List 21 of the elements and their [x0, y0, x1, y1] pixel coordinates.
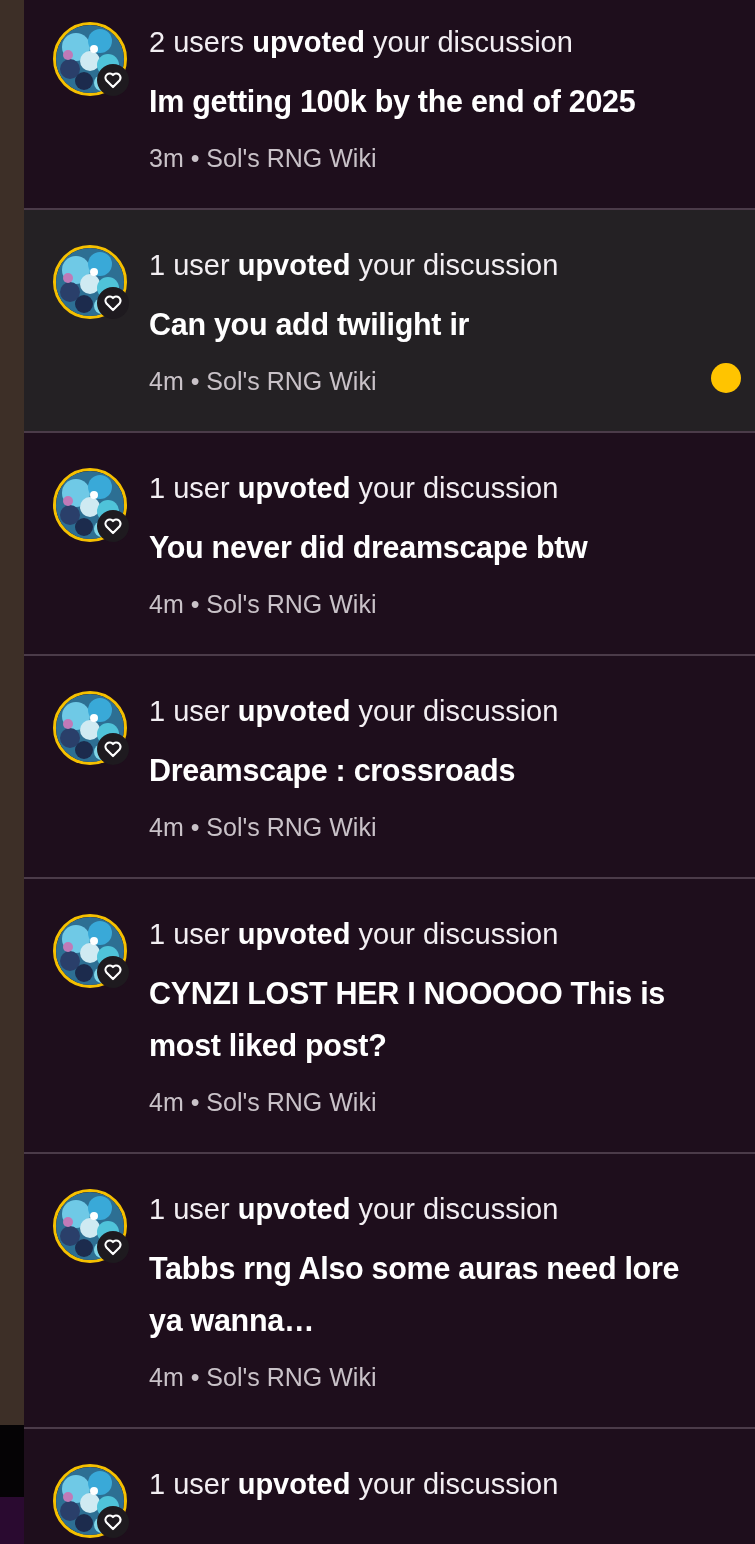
- notification-meta: 3m • Sol's RNG Wiki: [149, 143, 378, 174]
- unread-dot: [711, 363, 741, 393]
- notification-meta: 4m • Sol's RNG Wiki: [149, 366, 378, 397]
- discussion-title: Dreamscape : crossroads: [149, 752, 517, 790]
- notification-meta: 4m • Sol's RNG Wiki: [149, 1087, 378, 1118]
- discussion-title: Tabbs rng Also some auras need lore ya wanna…: [149, 1250, 681, 1340]
- notification-meta: 4m • Sol's RNG Wiki: [149, 812, 378, 843]
- notification-summary: 2 users upvoted your discussion: [149, 25, 574, 60]
- discussion-title: CYNZI LOST HER I NOOOOO This is most liked post?: [149, 975, 667, 1065]
- discussion-title: Im getting 100k by the end of 2025: [149, 83, 636, 121]
- notification-summary: 1 user upvoted your discussion: [149, 1192, 560, 1227]
- notification-meta: 4m • Sol's RNG Wiki: [149, 1362, 378, 1393]
- notification-summary: 1 user upvoted your discussion: [149, 471, 560, 506]
- notification-card[interactable]: 1 user upvoted your discussion Can you add twilight ir 4m • Sol's RNG Wiki: [24, 210, 755, 431]
- discussion-title: Can you add twilight ir: [149, 306, 471, 344]
- notification-summary: 1 user upvoted your discussion: [149, 248, 559, 283]
- notification-summary: 1 user upvoted your discussion: [149, 917, 560, 952]
- notification-summary: 1 user upvoted your discussion: [149, 694, 559, 729]
- discussion-title: You never did dreamscape btw: [149, 529, 588, 567]
- notification-summary: 1 user upvoted your discussion: [149, 1467, 559, 1502]
- notification-meta: 4m • Sol's RNG Wiki: [149, 589, 378, 620]
